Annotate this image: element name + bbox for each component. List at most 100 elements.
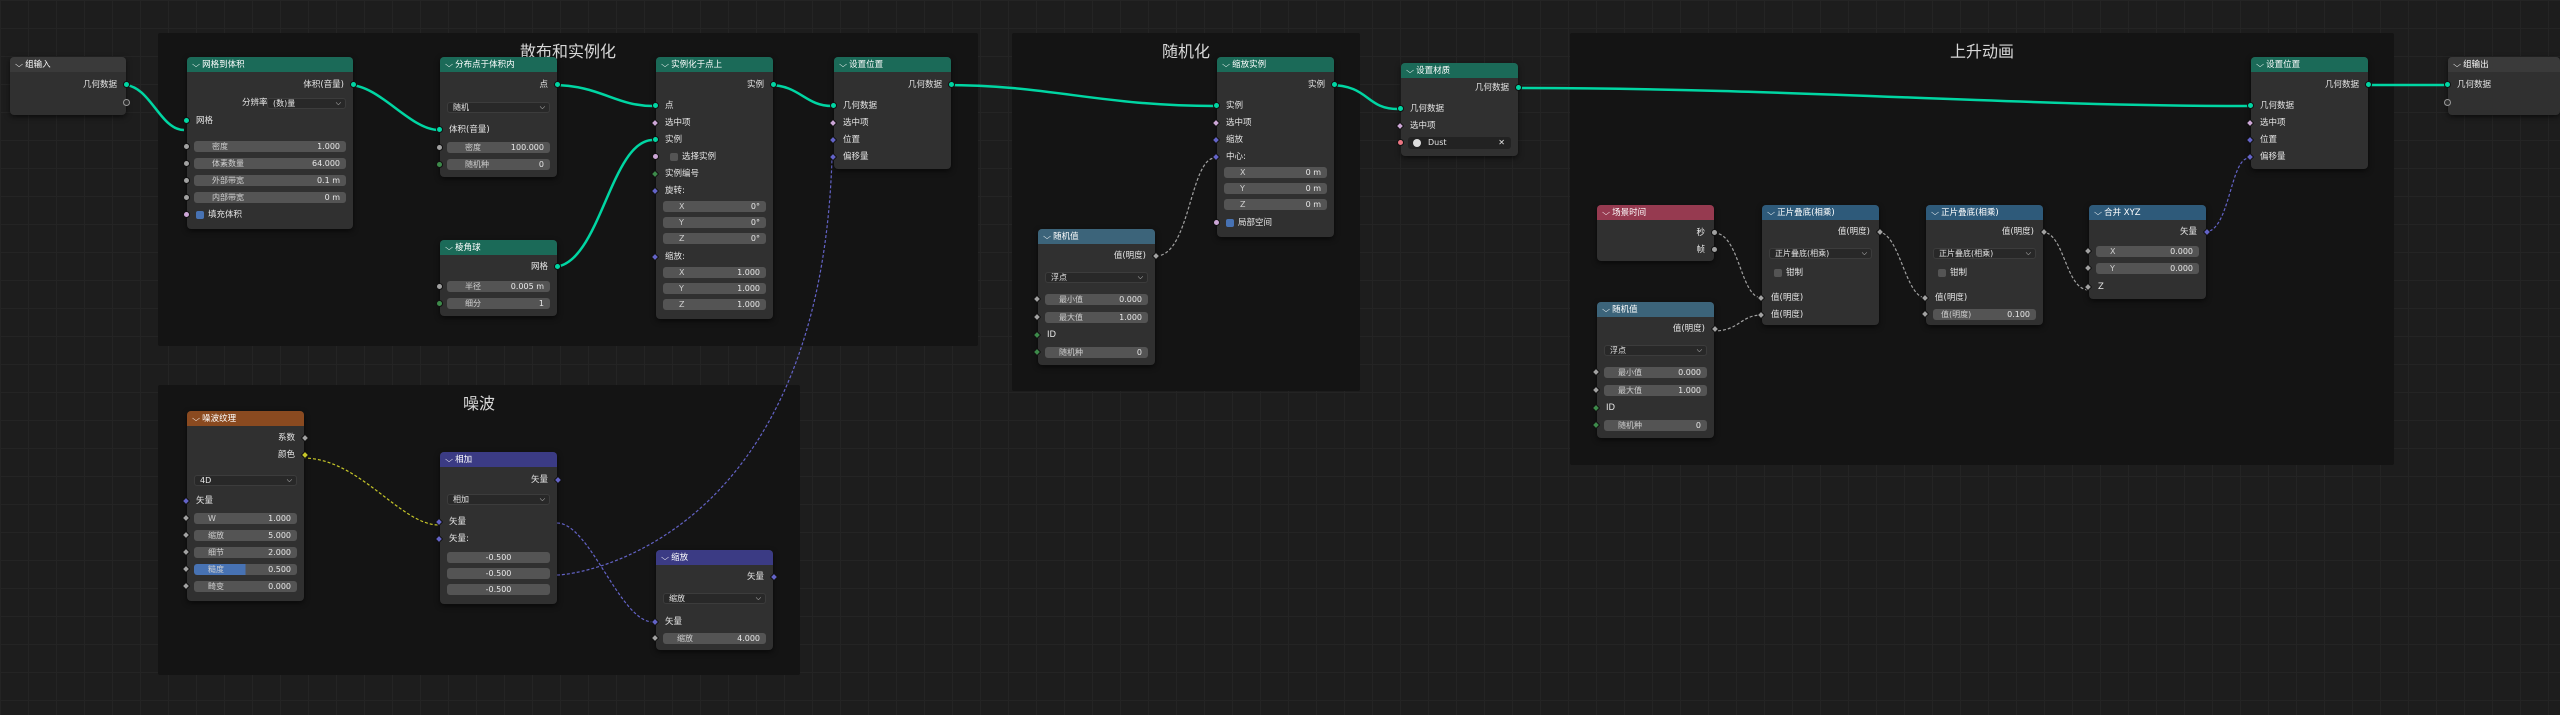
instance-input-socket[interactable] [652,136,659,143]
close-icon[interactable]: ✕ [1498,137,1505,149]
clamp-checkbox[interactable] [1938,268,1946,277]
node-header[interactable]: ⌵ 实例化于点上 [656,57,773,72]
operation-dropdown[interactable]: 缩放 ⌵ [663,593,766,604]
operation-dropdown[interactable]: 正片叠底(相乘) ⌵ [1933,248,2036,259]
node-header[interactable]: ⌵ 设置材质 [1401,63,1518,78]
vector-b-x-field[interactable]: -0.500 [447,552,550,563]
node-header[interactable]: ⌵ 组输出 [2448,57,2560,72]
scale-instances-node[interactable]: ⌵ 缩放实例 实例 实例 选中项 缩放 中心: X 0 m Y 0 m Z 0 m 局部… [1211,57,1338,237]
roughness-field[interactable]: 糙度 0.500 [181,564,297,575]
max-field[interactable]: 最大值 1.000 [1032,312,1148,323]
mesh-to-volume-node[interactable]: ⌵ 网格到体积 体积(音量) 分辨率 (数)量 ⌵ 网格 密度 1.000 体素数量 6… [183,57,357,229]
local-space-socket[interactable] [1213,219,1220,226]
node-header[interactable]: ⌵ 设置位置 [2251,57,2368,72]
geometry-input-socket[interactable] [1397,105,1404,112]
node-header[interactable]: ⌵ 缩放 [656,550,773,565]
frame-output-socket[interactable] [1711,246,1718,253]
points-output-socket[interactable] [554,81,561,88]
volume-input-socket[interactable] [436,126,443,133]
group-output-node[interactable]: ⌵ 组输出 几何数据 [2444,57,2560,115]
vector-b-y-field[interactable]: -0.500 [447,568,550,579]
distribute-points-volume-node[interactable]: ⌵ 分布点于体积内 点 随机 ⌵ 体积(音量) 密度 100.000 随机种 0 [436,57,561,177]
geometry-output-socket[interactable] [1515,84,1522,91]
node-header[interactable]: ⌵ 缩放实例 [1217,57,1334,72]
data-type-dropdown[interactable]: 浮点 ⌵ [1045,272,1148,283]
vector-b-z-field[interactable]: -0.500 [447,584,550,595]
value-b-field[interactable]: 值(明度) 0.100 [1920,309,2036,320]
collapse-chevron-icon[interactable]: ⌵ [1406,63,1414,78]
density-socket[interactable] [183,143,190,150]
fill-volume-socket[interactable] [183,211,190,218]
density-socket[interactable] [436,144,443,151]
node-header[interactable]: ⌵ 棱角球 [440,240,557,255]
rotation-z-field[interactable]: Z 0° [663,233,766,244]
collapse-chevron-icon[interactable]: ⌵ [1222,57,1230,72]
exterior-socket[interactable] [183,177,190,184]
random-value-node[interactable]: ⌵ 随机值 值(明度) 浮点 ⌵ 最小值 0.000 最大值 1.000 ID 随机种 0 [1591,302,1720,438]
collapse-chevron-icon[interactable]: ⌵ [1602,302,1610,317]
collapse-chevron-icon[interactable]: ⌵ [15,57,23,72]
collapse-chevron-icon[interactable]: ⌵ [1767,205,1775,220]
scale-z-field[interactable]: Z 1.000 [663,299,766,310]
fill-volume-checkbox[interactable] [196,210,204,219]
local-space-checkbox[interactable] [1226,218,1234,227]
scale-y-field[interactable]: Y 1.000 [663,283,766,294]
y-field[interactable]: Y 0.000 [2083,263,2199,274]
radius-field[interactable]: 半径 0.005 m [436,281,550,292]
node-header[interactable]: ⌵ 相加 [440,452,557,467]
ico-sphere-node[interactable]: ⌵ 棱角球 网格 半径 0.005 m 细分 1 [436,240,561,316]
seed-field[interactable]: 随机种 0 [436,159,550,170]
clamp-checkbox[interactable] [1774,268,1782,277]
collapse-chevron-icon[interactable]: ⌵ [1043,229,1051,244]
seed-field[interactable]: 随机种 0 [1032,347,1148,358]
interior-socket[interactable] [183,194,190,201]
collapse-chevron-icon[interactable]: ⌵ [192,57,200,72]
material-socket[interactable] [1397,139,1404,146]
geometry-input-socket[interactable] [830,102,837,109]
set-material-node[interactable]: ⌵ 设置材质 几何数据 几何数据 选中项 Dust ✕ [1395,63,1522,156]
noise-texture-node[interactable]: ⌵ 噪波纹理 系数 颜色 4D ⌵ 矢量 W 1.000 缩放 5.000 细节 2.00… [181,411,310,601]
resolution-dropdown[interactable]: (数)量 ⌵ [267,98,346,109]
geometry-output-socket[interactable] [123,81,130,88]
volume-output-socket[interactable] [350,81,357,88]
pick-instance-checkbox[interactable] [670,152,678,161]
group-input-node[interactable]: ⌵ 组输入 几何数据 [10,57,130,115]
rotation-y-field[interactable]: Y 0° [663,217,766,228]
subdivisions-field[interactable]: 细分 1 [436,298,550,309]
geometry-output-socket[interactable] [948,81,955,88]
node-header[interactable]: ⌵ 网格到体积 [187,57,353,72]
node-header[interactable]: ⌵ 随机值 [1038,229,1155,244]
geometry-input-socket[interactable] [2444,81,2451,88]
voxel-socket[interactable] [183,160,190,167]
rotation-x-field[interactable]: X 0° [663,201,766,212]
selection-input-socket[interactable] [1395,121,1405,131]
x-field[interactable]: X 0.000 [2083,246,2199,257]
min-field[interactable]: 最小值 0.000 [1032,294,1148,305]
distortion-field[interactable]: 畸变 0.000 [181,581,297,592]
geometry-output-socket[interactable] [2365,81,2372,88]
collapse-chevron-icon[interactable]: ⌵ [2256,57,2264,72]
collapse-chevron-icon[interactable]: ⌵ [661,550,669,565]
points-input-socket[interactable] [652,102,659,109]
set-position-node[interactable]: ⌵ 设置位置 几何数据 几何数据 选中项 位置 偏移量 [2245,57,2372,169]
instances-output-socket[interactable] [1331,81,1338,88]
set-position-node[interactable]: ⌵ 设置位置 几何数据 几何数据 选中项 位置 偏移量 [828,57,955,169]
data-type-dropdown[interactable]: 浮点 ⌵ [1604,345,1707,356]
instances-output-socket[interactable] [770,81,777,88]
empty-output-socket[interactable] [123,99,130,106]
vector-add-node[interactable]: ⌵ 相加 矢量 相加 ⌵ 矢量 矢量: -0.500 -0.500 -0.500 [434,452,563,604]
collapse-chevron-icon[interactable]: ⌵ [2453,57,2461,72]
collapse-chevron-icon[interactable]: ⌵ [1602,205,1610,220]
combine-xyz-node[interactable]: ⌵ 合并 XYZ 矢量 X 0.000 Y 0.000 Z [2083,205,2212,299]
collapse-chevron-icon[interactable]: ⌵ [445,452,453,467]
mesh-input-socket[interactable] [183,117,190,124]
w-field[interactable]: W 1.000 [181,513,297,524]
node-header[interactable]: ⌵ 噪波纹理 [187,411,304,426]
subdivisions-socket[interactable] [436,300,443,307]
detail-field[interactable]: 细节 2.000 [181,547,297,558]
collapse-chevron-icon[interactable]: ⌵ [661,57,669,72]
collapse-chevron-icon[interactable]: ⌵ [1931,205,1939,220]
node-header[interactable]: ⌵ 合并 XYZ [2089,205,2206,220]
center-z-field[interactable]: Z 0 m [1224,199,1327,210]
node-header[interactable]: ⌵ 设置位置 [834,57,951,72]
